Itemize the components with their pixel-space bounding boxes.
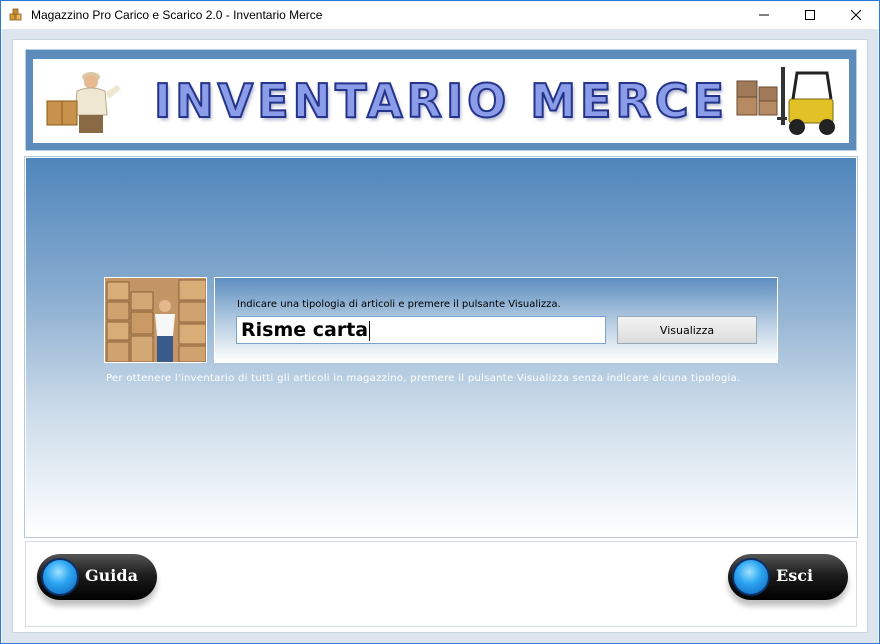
minimize-icon: [759, 14, 769, 16]
exit-button-label: Esci: [776, 566, 814, 585]
search-form: Indicare una tipologia di articoli e pre…: [214, 277, 778, 363]
search-instruction-label: Indicare una tipologia di articoli e pre…: [237, 299, 561, 310]
warehouse-worker-image: [105, 278, 206, 362]
warehouse-boxes-icon: [9, 8, 22, 21]
maximize-button[interactable]: [787, 1, 833, 29]
close-icon: [851, 10, 861, 20]
forklift-icon: [736, 67, 835, 135]
banner-frame: INVENTARIO MERCE: [25, 49, 857, 151]
help-button[interactable]: Guida: [37, 554, 157, 600]
title-bar[interactable]: Magazzino Pro Carico e Scarico 2.0 - Inv…: [1, 1, 879, 29]
text-caret: [369, 321, 370, 341]
content-frame: INVENTARIO MERCE Indicare una tipologia …: [12, 39, 868, 633]
bottom-button-bar: Guida Esci: [25, 541, 857, 627]
minimize-button[interactable]: [741, 1, 787, 29]
window-title: Magazzino Pro Carico e Scarico 2.0 - Inv…: [31, 8, 323, 22]
banner: INVENTARIO MERCE: [33, 59, 849, 143]
banner-title: INVENTARIO MERCE: [153, 73, 728, 129]
app-window: Magazzino Pro Carico e Scarico 2.0 - Inv…: [0, 0, 880, 644]
client-area: INVENTARIO MERCE Indicare una tipologia …: [2, 29, 878, 643]
maximize-icon: [805, 10, 815, 20]
help-button-label: Guida: [85, 566, 138, 585]
article-type-input[interactable]: [236, 316, 606, 344]
close-button[interactable]: [833, 1, 879, 29]
exit-orb-icon: [732, 558, 770, 596]
main-panel: Indicare una tipologia di articoli e pre…: [24, 156, 858, 538]
hint-text: Per ottenere l'inventario di tutti gli a…: [106, 373, 741, 384]
warehouse-photo: [104, 277, 207, 363]
help-orb-icon: [41, 558, 79, 596]
view-button[interactable]: Visualizza: [617, 316, 757, 344]
exit-button[interactable]: Esci: [728, 554, 848, 600]
